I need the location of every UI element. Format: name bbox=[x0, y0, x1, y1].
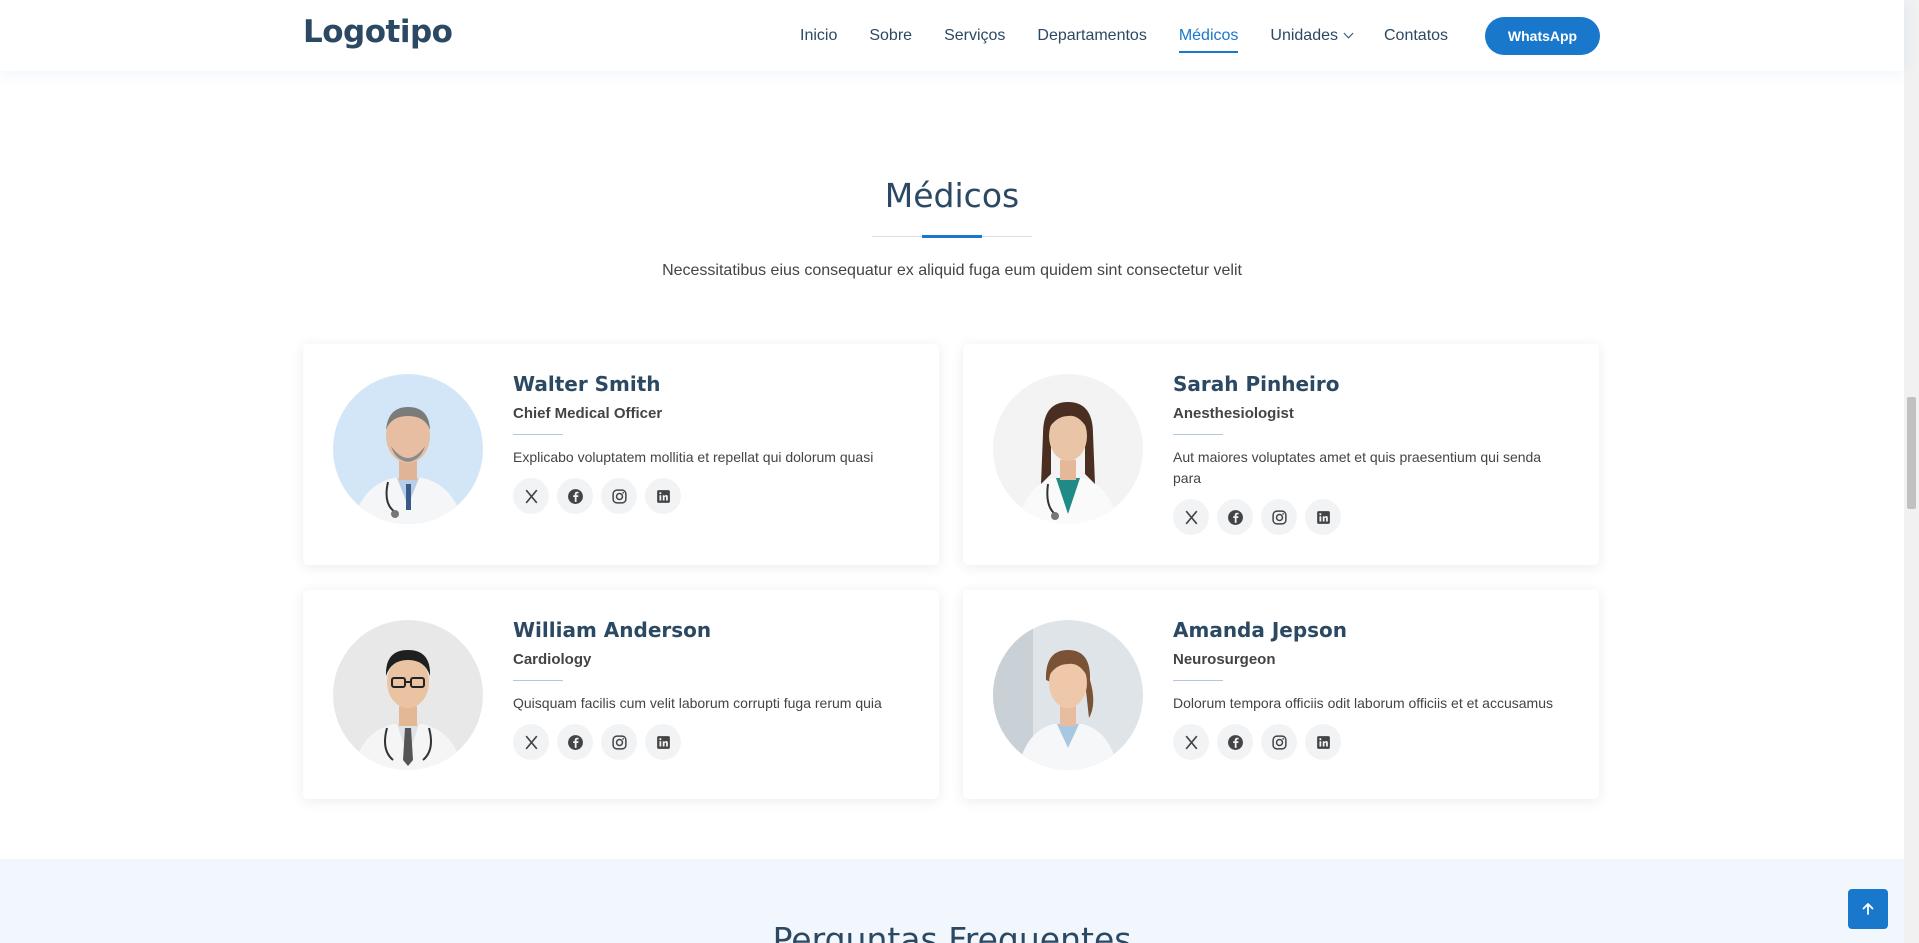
doctor-role: Cardiology bbox=[513, 651, 592, 668]
instagram-icon[interactable] bbox=[601, 478, 637, 514]
facebook-icon[interactable] bbox=[557, 478, 593, 514]
instagram-icon[interactable] bbox=[1261, 724, 1297, 760]
nav-label: Serviços bbox=[944, 26, 1006, 44]
doctor-card: Amanda Jepson Neurosurgeon Dolorum tempo… bbox=[963, 590, 1599, 799]
nav-label: Departamentos bbox=[1037, 26, 1147, 44]
nav-item-unidades[interactable]: Unidades bbox=[1270, 26, 1354, 45]
nav-item-servicos[interactable]: Serviços bbox=[944, 27, 1005, 45]
linkedin-icon[interactable] bbox=[645, 724, 681, 760]
doctor-photo bbox=[333, 620, 483, 770]
doctor-info: Sarah Pinheiro Anesthesiologist Aut maio… bbox=[1173, 372, 1569, 535]
site-header: Logotipo Inicio Sobre Serviços Departame… bbox=[0, 0, 1904, 71]
facebook-icon[interactable] bbox=[1217, 724, 1253, 760]
linkedin-icon[interactable] bbox=[1305, 724, 1341, 760]
nav-item-medicos[interactable]: Médicos bbox=[1178, 26, 1239, 53]
title-divider-accent bbox=[922, 235, 982, 238]
doctor-name: William Anderson bbox=[513, 618, 712, 642]
doctor-name: Sarah Pinheiro bbox=[1173, 372, 1340, 396]
doctor-photo bbox=[333, 374, 483, 524]
scrollbar-thumb[interactable] bbox=[1907, 397, 1916, 509]
logo[interactable]: Logotipo bbox=[303, 14, 453, 50]
section-description: Necessitatibus eius consequatur ex aliqu… bbox=[662, 262, 1242, 279]
nav-label: Contatos bbox=[1384, 26, 1449, 44]
whatsapp-button[interactable]: WhatsApp bbox=[1485, 17, 1600, 55]
doctor-role: Anesthesiologist bbox=[1173, 405, 1294, 422]
x-icon[interactable] bbox=[1173, 499, 1209, 535]
nav-label: Médicos bbox=[1178, 26, 1239, 44]
nav-label: Inicio bbox=[800, 26, 838, 44]
doctor-photo bbox=[993, 374, 1143, 524]
nav-item-contatos[interactable]: Contatos bbox=[1384, 27, 1448, 45]
doctor-divider bbox=[1173, 680, 1223, 681]
doctor-info: William Anderson Cardiology Quisquam fac… bbox=[513, 618, 909, 760]
doctor-description: Aut maiores voluptates amet et quis prae… bbox=[1173, 449, 1542, 486]
doctor-role: Neurosurgeon bbox=[1173, 651, 1276, 668]
facebook-icon[interactable] bbox=[557, 724, 593, 760]
instagram-icon[interactable] bbox=[1261, 499, 1297, 535]
doctor-name: Walter Smith bbox=[513, 372, 661, 396]
nav-label: Unidades bbox=[1270, 26, 1338, 44]
social-links bbox=[1173, 724, 1569, 760]
doctor-name: Amanda Jepson bbox=[1173, 618, 1348, 642]
doctor-description: Quisquam facilis cum velit laborum corru… bbox=[513, 695, 882, 711]
chevron-down-icon bbox=[1343, 28, 1354, 39]
nav-item-departamentos[interactable]: Departamentos bbox=[1037, 27, 1146, 45]
doctor-divider bbox=[513, 434, 563, 435]
doctor-divider bbox=[1173, 434, 1223, 435]
back-to-top-button[interactable] bbox=[1848, 889, 1888, 929]
arrow-up-icon bbox=[1862, 903, 1874, 915]
main-nav: Inicio Sobre Serviços Departamentos Médi… bbox=[800, 0, 1480, 71]
doctor-description: Dolorum tempora officiis odit laborum of… bbox=[1173, 695, 1553, 711]
social-links bbox=[513, 724, 909, 760]
x-icon[interactable] bbox=[513, 478, 549, 514]
doctor-card: Walter Smith Chief Medical Officer Expli… bbox=[303, 344, 939, 565]
doctor-description: Explicabo voluptatem mollitia et repella… bbox=[513, 449, 874, 465]
social-links bbox=[513, 478, 909, 514]
doctor-info: Amanda Jepson Neurosurgeon Dolorum tempo… bbox=[1173, 618, 1569, 760]
linkedin-icon[interactable] bbox=[645, 478, 681, 514]
nav-label: Sobre bbox=[869, 26, 913, 44]
x-icon[interactable] bbox=[1173, 724, 1209, 760]
faq-title: Perguntas Frequentes bbox=[772, 920, 1132, 943]
nav-item-sobre[interactable]: Sobre bbox=[869, 27, 912, 45]
doctor-divider bbox=[513, 680, 563, 681]
page-scrollbar[interactable] bbox=[1904, 0, 1919, 943]
section-title: Médicos bbox=[884, 176, 1020, 215]
doctor-card: Sarah Pinheiro Anesthesiologist Aut maio… bbox=[963, 344, 1599, 565]
doctor-role: Chief Medical Officer bbox=[513, 405, 663, 422]
doctor-card: William Anderson Cardiology Quisquam fac… bbox=[303, 590, 939, 799]
social-links bbox=[1173, 499, 1569, 535]
facebook-icon[interactable] bbox=[1217, 499, 1253, 535]
doctor-photo bbox=[993, 620, 1143, 770]
linkedin-icon[interactable] bbox=[1305, 499, 1341, 535]
instagram-icon[interactable] bbox=[601, 724, 637, 760]
nav-item-inicio[interactable]: Inicio bbox=[800, 27, 837, 45]
x-icon[interactable] bbox=[513, 724, 549, 760]
doctor-info: Walter Smith Chief Medical Officer Expli… bbox=[513, 372, 909, 514]
